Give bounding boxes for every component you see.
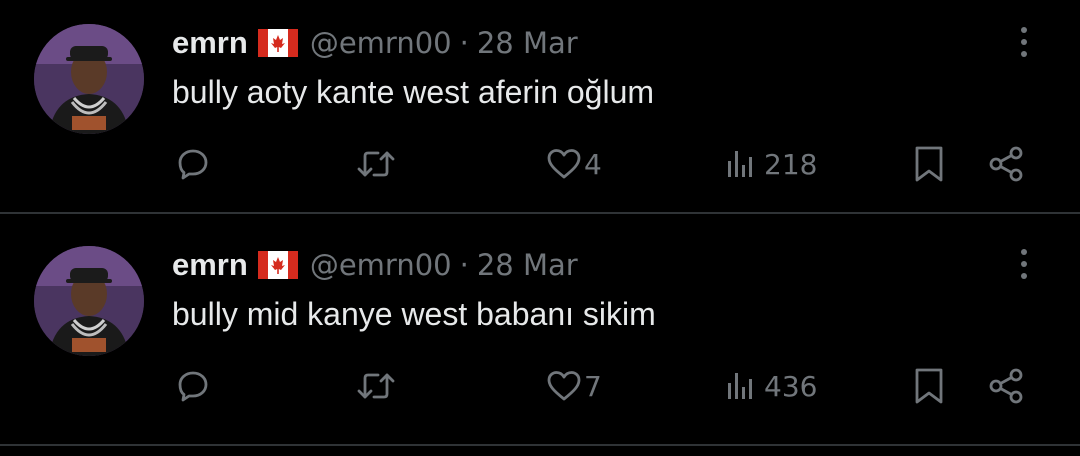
retweet-icon (356, 369, 396, 403)
view-count: 218 (764, 147, 818, 181)
tweet-date[interactable]: 28 Mar (477, 248, 578, 282)
like-icon (546, 369, 582, 403)
action-bar: 4 218 (0, 140, 1080, 188)
divider (0, 212, 1080, 214)
author-handle[interactable]: @emrn00 (310, 248, 452, 282)
tweet[interactable]: emrn @emrn00 · 28 Mar bully aoty kante w… (0, 0, 1080, 220)
views-button[interactable]: 218 (724, 140, 817, 188)
view-count: 436 (764, 369, 818, 403)
share-button[interactable] (986, 140, 1026, 188)
share-icon (986, 366, 1026, 406)
author-handle[interactable]: @emrn00 (310, 26, 452, 60)
tweet-text: bully mid kanye west babanı sikim (172, 296, 656, 332)
share-button[interactable] (986, 362, 1026, 410)
author-name[interactable]: emrn (172, 25, 248, 61)
avatar[interactable] (34, 24, 144, 134)
reply-icon (176, 147, 210, 181)
views-icon (724, 147, 758, 181)
retweet-button[interactable] (356, 362, 396, 410)
retweet-icon (356, 147, 396, 181)
like-button[interactable]: 4 (546, 140, 602, 188)
like-count: 4 (584, 147, 602, 181)
share-icon (986, 144, 1026, 184)
more-icon[interactable] (1012, 244, 1036, 284)
divider (0, 444, 1080, 446)
views-button[interactable]: 436 (724, 362, 817, 410)
action-bar: 7 436 (0, 362, 1080, 410)
canada-flag-icon (257, 29, 298, 57)
bookmark-button[interactable] (912, 140, 946, 188)
author-name[interactable]: emrn (172, 247, 248, 283)
tweet-date[interactable]: 28 Mar (477, 26, 578, 60)
like-button[interactable]: 7 (546, 362, 602, 410)
tweet-header: emrn @emrn00 · 28 Mar (172, 244, 578, 286)
retweet-button[interactable] (356, 140, 396, 188)
tweet-text: bully aoty kante west aferin oğlum (172, 74, 655, 110)
reply-button[interactable] (176, 362, 210, 410)
separator: · (459, 248, 469, 282)
views-icon (724, 369, 758, 403)
separator: · (459, 26, 469, 60)
reply-button[interactable] (176, 140, 210, 188)
tweet[interactable]: emrn @emrn00 · 28 Mar bully mid kanye we… (0, 222, 1080, 442)
like-icon (546, 147, 582, 181)
reply-icon (176, 369, 210, 403)
bookmark-button[interactable] (912, 362, 946, 410)
bookmark-icon (912, 366, 946, 406)
bookmark-icon (912, 144, 946, 184)
more-icon[interactable] (1012, 22, 1036, 62)
tweet-header: emrn @emrn00 · 28 Mar (172, 22, 578, 64)
avatar[interactable] (34, 246, 144, 356)
canada-flag-icon (257, 251, 298, 279)
like-count: 7 (584, 369, 602, 403)
